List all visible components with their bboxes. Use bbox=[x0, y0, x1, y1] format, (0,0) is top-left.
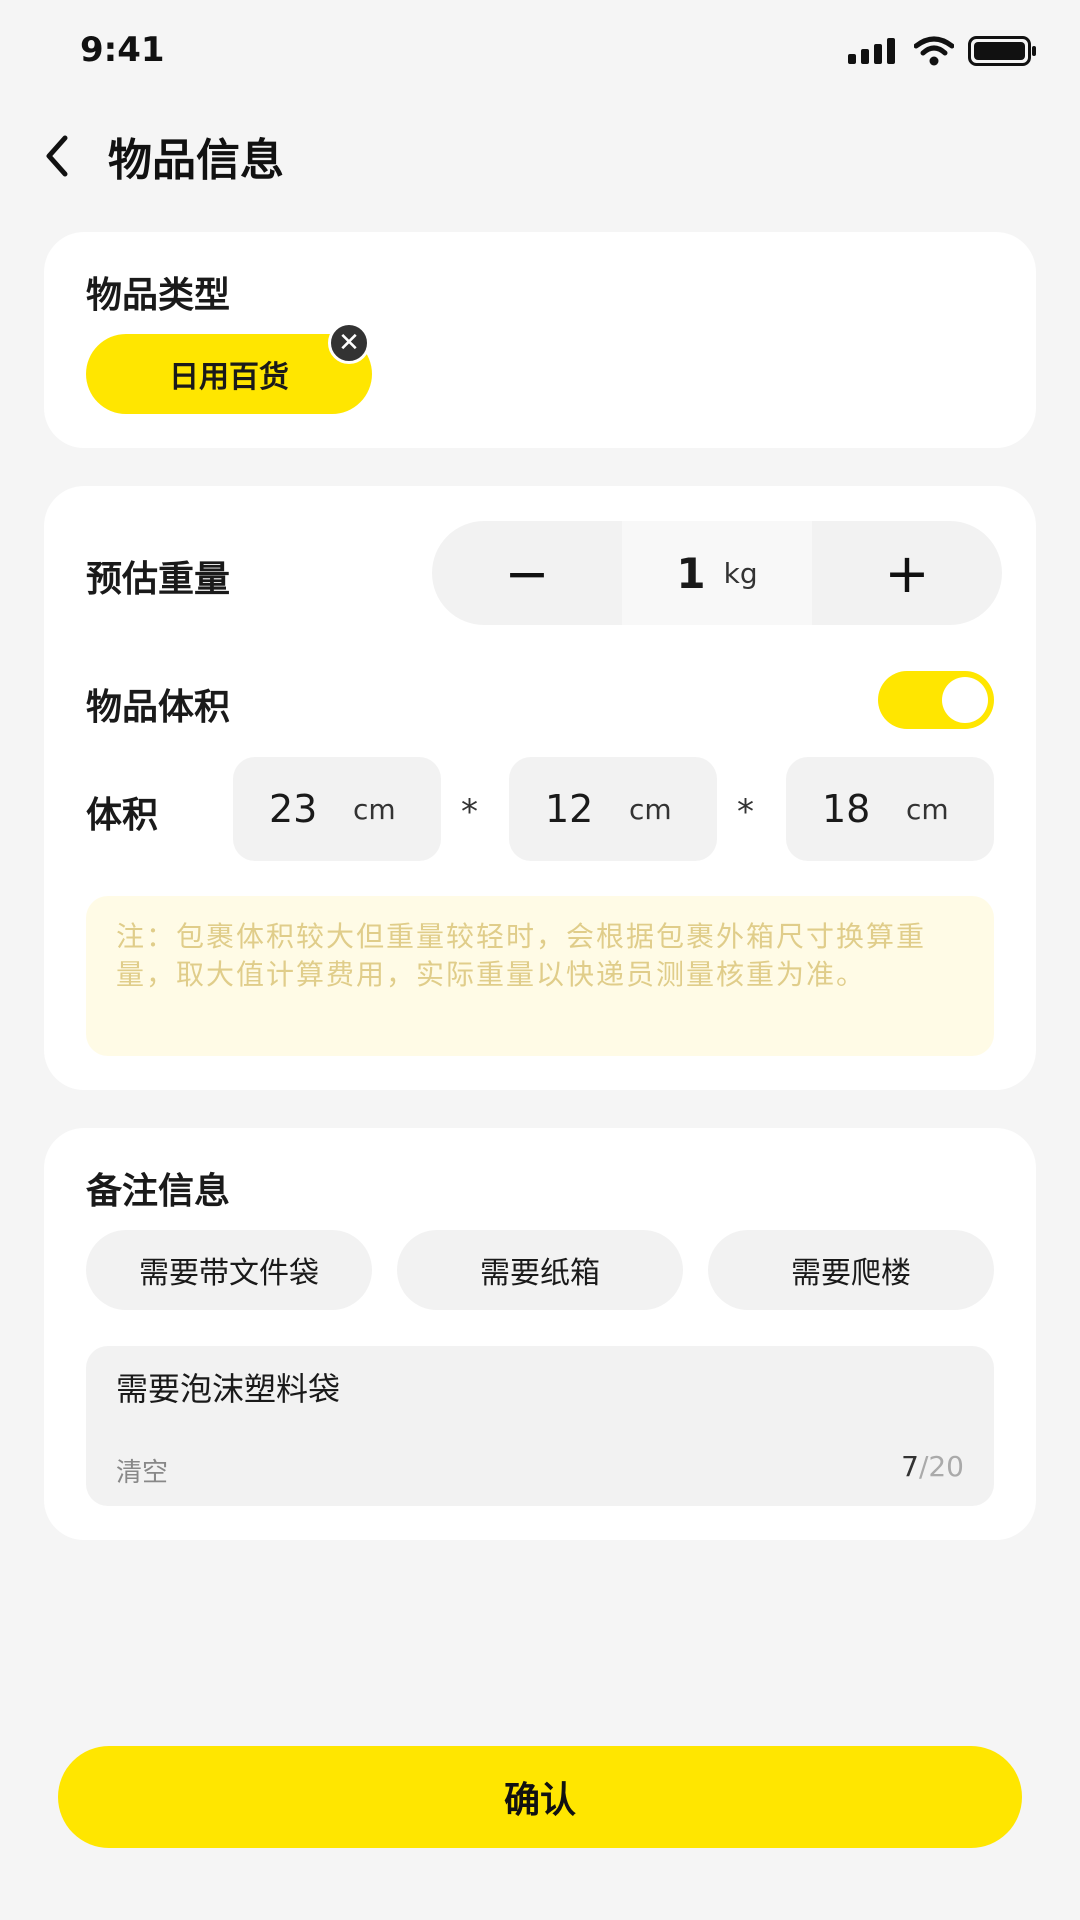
weight-volume-card: 预估重量 − 1 kg + 物品体积 体积 cm * cm * cm 注：包裹体… bbox=[44, 486, 1036, 1090]
width-unit: cm bbox=[629, 792, 672, 826]
remark-textarea: 清空 7/20 bbox=[86, 1346, 994, 1506]
length-field: cm bbox=[233, 757, 441, 861]
volume-note: 注：包裹体积较大但重量较轻时，会根据包裹外箱尺寸换算重量，取大值计算费用，实际重… bbox=[86, 896, 994, 1056]
remark-input[interactable] bbox=[116, 1368, 956, 1406]
remove-category-icon[interactable]: ✕ bbox=[328, 322, 370, 364]
height-field: cm bbox=[786, 757, 994, 861]
length-input[interactable] bbox=[269, 787, 339, 831]
weight-label: 预估重量 bbox=[86, 559, 231, 600]
length-unit: cm bbox=[353, 792, 396, 826]
item-type-label: 物品类型 bbox=[86, 275, 231, 316]
height-input[interactable] bbox=[822, 787, 892, 831]
status-icons bbox=[848, 36, 1038, 66]
wifi-icon bbox=[914, 36, 954, 66]
volume-toggle[interactable] bbox=[878, 671, 994, 729]
width-input[interactable] bbox=[545, 787, 615, 831]
char-count: 7 bbox=[901, 1450, 919, 1483]
volume-separator: * bbox=[461, 792, 478, 832]
status-time: 9:41 bbox=[80, 30, 165, 70]
height-unit: cm bbox=[906, 792, 949, 826]
decrease-weight-button[interactable]: − bbox=[432, 521, 622, 625]
width-field: cm bbox=[509, 757, 717, 861]
remark-tag-stairs[interactable]: 需要爬楼 bbox=[708, 1230, 994, 1310]
remark-tag-document-bag[interactable]: 需要带文件袋 bbox=[86, 1230, 372, 1310]
page-title: 物品信息 bbox=[108, 135, 284, 186]
remark-tag-carton[interactable]: 需要纸箱 bbox=[397, 1230, 683, 1310]
battery-icon bbox=[968, 36, 1036, 66]
weight-stepper: − 1 kg + bbox=[432, 521, 1002, 625]
remarks-card: 备注信息 需要带文件袋 需要纸箱 需要爬楼 清空 7/20 bbox=[44, 1128, 1036, 1540]
clear-button[interactable]: 清空 bbox=[116, 1452, 168, 1489]
cellular-signal-icon bbox=[848, 38, 895, 64]
chevron-left-icon bbox=[46, 135, 68, 177]
item-type-card: 物品类型 日用百货 ✕ bbox=[44, 232, 1036, 448]
increase-weight-button[interactable]: + bbox=[812, 521, 1002, 625]
weight-value: 1 kg bbox=[622, 521, 812, 625]
confirm-button[interactable]: 确认 bbox=[58, 1746, 1022, 1848]
char-max: /20 bbox=[918, 1450, 964, 1483]
char-counter: 7/20 bbox=[901, 1450, 964, 1483]
volume-separator: * bbox=[737, 792, 754, 832]
volume-label: 体积 bbox=[86, 795, 159, 836]
remarks-label: 备注信息 bbox=[86, 1171, 231, 1212]
weight-unit: kg bbox=[723, 556, 758, 590]
toggle-knob bbox=[942, 677, 988, 723]
back-button[interactable] bbox=[34, 130, 78, 182]
volume-toggle-label: 物品体积 bbox=[86, 687, 231, 728]
weight-number: 1 bbox=[676, 548, 706, 598]
